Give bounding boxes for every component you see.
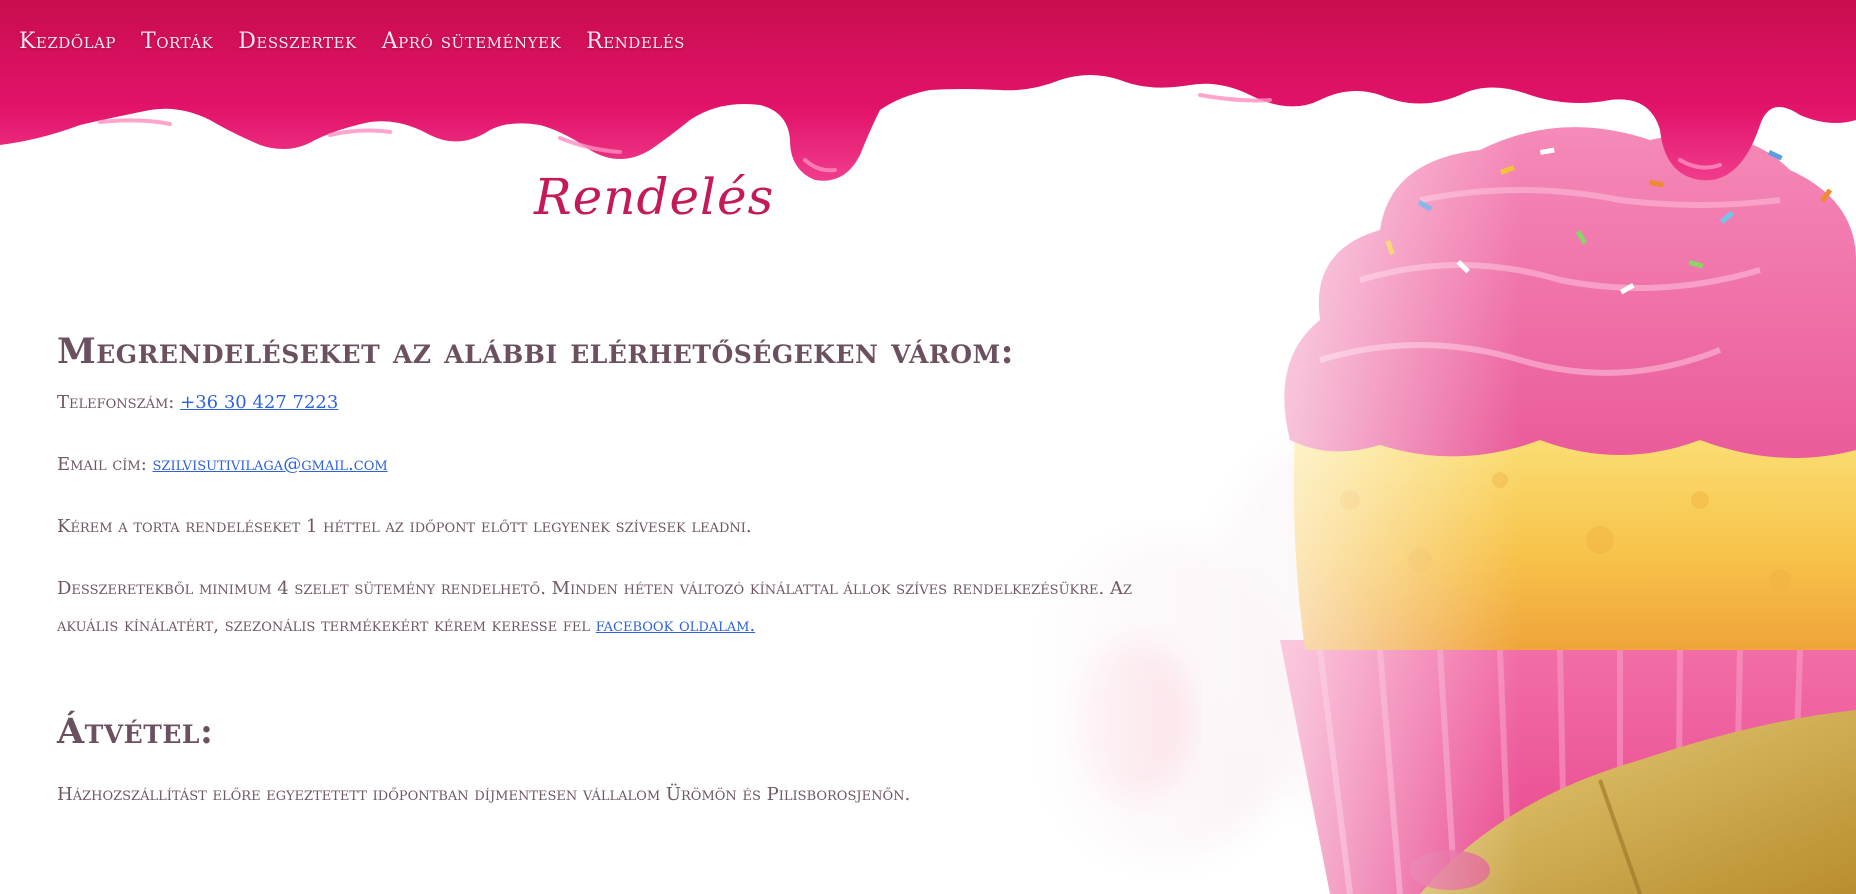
- nav-item-desserts[interactable]: Desszertek: [238, 22, 356, 62]
- cake-order-note: Kérem a torta rendeléseket 1 héttel az i…: [57, 516, 752, 537]
- nav-item-order[interactable]: Rendelés: [586, 22, 685, 62]
- dessert-note-text: Desszeretekből minimum 4 szelet sütemény…: [57, 578, 1133, 636]
- phone-link[interactable]: +36 30 427 7223: [180, 392, 338, 413]
- order-heading: Megrendeléseket az alábbi elérhetőségeke…: [57, 331, 1015, 372]
- page: Kezdőlap Torták Desszertek Apró sütemény…: [0, 0, 1856, 894]
- facebook-link[interactable]: facebook oldalam.: [596, 615, 755, 636]
- page-title: Rendelés: [534, 168, 775, 226]
- order-content: Megrendeléseket az alábbi elérhetőségeke…: [57, 330, 1177, 813]
- nav-item-small-pastries[interactable]: Apró sütemények: [382, 22, 561, 62]
- phone-label: Telefonszám:: [57, 392, 181, 413]
- nav-item-cakes[interactable]: Torták: [141, 22, 213, 62]
- dessert-order-note: Desszeretekből minimum 4 szelet sütemény…: [57, 570, 1177, 644]
- email-link[interactable]: szilvisutivilaga@gmail.com: [153, 454, 388, 475]
- email-line: Email cím: szilvisutivilaga@gmail.com: [57, 446, 1177, 483]
- delivery-note: Házhozszállítást előre egyeztetett időpo…: [57, 784, 911, 805]
- phone-line: Telefonszám: +36 30 427 7223: [57, 384, 1177, 421]
- nav-item-home[interactable]: Kezdőlap: [19, 22, 116, 62]
- email-label: Email cím:: [57, 454, 153, 475]
- pickup-heading: Átvétel:: [57, 711, 214, 752]
- main-navigation: Kezdőlap Torták Desszertek Apró sütemény…: [19, 22, 710, 62]
